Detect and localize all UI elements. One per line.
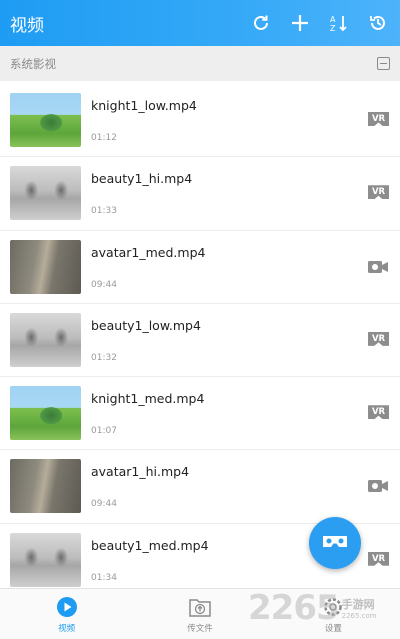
vr-badge-text: VR	[368, 331, 389, 346]
video-name: avatar1_hi.mp4	[91, 464, 190, 480]
video-duration: 01:32	[91, 352, 117, 363]
video-name: beauty1_low.mp4	[91, 317, 201, 333]
sort-icon[interactable]: AZ	[328, 12, 350, 34]
vr-badge-icon: VR	[368, 331, 389, 346]
video-thumbnail	[10, 166, 81, 221]
upload-folder-icon	[189, 599, 211, 617]
list-item[interactable]: avatar1_med.mp4 09:44	[0, 230, 400, 304]
video-name: beauty1_med.mp4	[91, 537, 209, 553]
video-thumbnail	[10, 93, 81, 147]
video-thumbnail	[10, 532, 81, 587]
vr-headset-icon	[323, 536, 347, 547]
camera-icon	[368, 259, 389, 273]
nav-label: 设置	[324, 624, 342, 634]
video-name: avatar1_med.mp4	[91, 244, 206, 260]
nav-item-transfer[interactable]: 传文件	[133, 589, 266, 639]
bottom-nav: 视频 传文件 设置	[0, 588, 400, 639]
video-duration: 09:44	[91, 279, 117, 290]
vr-mode-button[interactable]	[309, 517, 361, 569]
play-circle-icon	[56, 597, 77, 617]
nav-label: 视频	[58, 624, 76, 634]
video-duration: 01:12	[91, 133, 117, 143]
vr-badge-text: VR	[368, 551, 389, 566]
list-item[interactable]: beauty1_low.mp4 01:32 VR	[0, 303, 400, 378]
video-name: knight1_low.mp4	[91, 98, 197, 113]
video-duration: 01:34	[91, 572, 117, 583]
nav-item-video[interactable]: 视频	[0, 589, 133, 639]
list-item[interactable]: knight1_low.mp4 01:12 VR	[0, 84, 400, 158]
vr-badge-icon: VR	[368, 185, 389, 200]
vr-badge-icon: VR	[368, 405, 389, 420]
history-icon[interactable]	[367, 12, 389, 34]
list-item[interactable]: beauty1_hi.mp4 01:33 VR	[0, 157, 400, 231]
vr-badge-icon: VR	[368, 112, 389, 126]
video-duration: 09:44	[91, 499, 117, 510]
vr-badge-text: VR	[368, 185, 389, 200]
svg-text:Z: Z	[330, 24, 336, 33]
settings-icon	[324, 598, 343, 616]
vr-badge-text: VR	[368, 112, 389, 126]
section-label: 系统影视	[10, 56, 56, 71]
collapse-icon[interactable]	[377, 57, 390, 70]
add-icon[interactable]	[289, 12, 311, 34]
video-name: knight1_med.mp4	[91, 391, 205, 407]
svg-text:A: A	[330, 15, 336, 24]
video-duration: 01:07	[91, 426, 117, 437]
page-title: 视频	[10, 15, 44, 36]
section-header: 系统影视	[0, 46, 400, 81]
video-thumbnail	[10, 239, 81, 294]
video-duration: 01:33	[91, 206, 117, 217]
video-thumbnail	[10, 386, 81, 441]
refresh-icon[interactable]	[250, 12, 272, 34]
video-list: knight1_low.mp4 01:12 VR beauty1_hi.mp4 …	[0, 84, 400, 588]
video-thumbnail	[10, 312, 81, 367]
vr-badge-icon: VR	[368, 551, 389, 566]
list-item[interactable]: avatar1_hi.mp4 09:44	[0, 450, 400, 524]
top-app-bar: 视频 AZ	[0, 0, 400, 46]
nav-item-settings[interactable]: 设置	[267, 589, 400, 639]
list-item[interactable]: knight1_med.mp4 01:07 VR	[0, 377, 400, 451]
video-name: beauty1_hi.mp4	[91, 171, 193, 187]
camera-icon	[368, 478, 389, 493]
nav-label: 传文件	[187, 624, 213, 634]
vr-badge-text: VR	[368, 405, 389, 420]
video-thumbnail	[10, 459, 81, 514]
